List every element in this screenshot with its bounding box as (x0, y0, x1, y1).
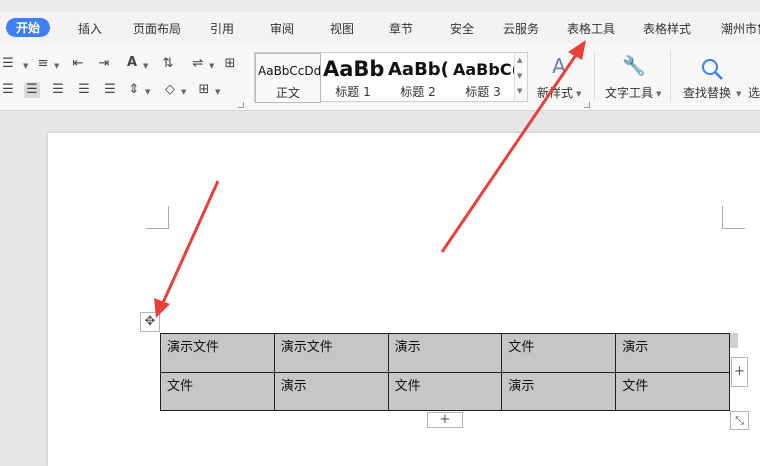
tab-page-layout[interactable]: 页面布局 (133, 20, 181, 37)
chevron-down-icon[interactable]: ▼ (736, 90, 741, 98)
add-column-button[interactable]: + (731, 357, 748, 387)
margin-corner-mark (146, 206, 169, 229)
line-spacing-icon[interactable]: ⇌ (190, 56, 206, 72)
style-heading-3[interactable]: AaBbC( 标题 3 (451, 53, 515, 101)
table-row: 文件 演示 文件 演示 文件 (160, 371, 730, 411)
chevron-down-icon[interactable]: ▼ (145, 88, 150, 96)
chevron-down-icon[interactable]: ▼ (215, 88, 220, 96)
chevron-down-icon[interactable]: ▼ (517, 72, 522, 80)
tab-chaozhou[interactable]: 潮州市鲁 (721, 20, 760, 37)
ribbon-tab-bar: 开始 插入 页面布局 引用 审阅 视图 章节 安全 云服务 表格工具 表格样式 … (0, 0, 760, 44)
numbered-list-icon[interactable]: ≡ (35, 56, 51, 72)
table-cell[interactable]: 演示文件 (160, 333, 275, 373)
tab-home[interactable]: 开始 (6, 18, 51, 37)
table-move-handle-icon[interactable]: ✥ (140, 312, 160, 332)
increase-indent-icon[interactable]: ⇥ (96, 56, 112, 72)
align-justify-icon[interactable]: ☰ (76, 82, 92, 98)
table-cell[interactable]: 演示文件 (273, 333, 389, 373)
toolbar-divider (670, 50, 671, 102)
text-direction-icon[interactable]: A (124, 55, 140, 71)
chevron-down-icon[interactable]: ▼ (209, 62, 214, 70)
style-heading-2[interactable]: AaBb( 标题 2 (386, 53, 450, 101)
distributed-align-icon[interactable]: ☰ (102, 82, 118, 98)
table-cell[interactable]: 文件 (501, 333, 617, 373)
sort-icon[interactable]: ⇅ (160, 56, 176, 72)
column-select-strip[interactable] (730, 333, 738, 348)
align-center-icon[interactable]: ☰ (24, 82, 40, 98)
chevron-down-icon[interactable]: ▼ (656, 90, 661, 98)
shading-icon[interactable]: ◇ (162, 82, 178, 98)
chevron-down-icon[interactable]: ▼ (143, 62, 148, 70)
table-cell[interactable]: 演示 (615, 333, 730, 373)
align-left-icon[interactable]: ☰ (0, 82, 16, 98)
style-heading-1[interactable]: AaBb 标题 1 (321, 53, 385, 101)
tab-chapter[interactable]: 章节 (389, 20, 413, 37)
style-gallery-scroll[interactable]: ▲ ▼ ▼ (514, 53, 527, 101)
dialog-launcher-icon[interactable] (584, 102, 590, 108)
expand-icon[interactable]: ▼ (517, 87, 522, 95)
style-gallery: AaBbCcDd 正文 AaBb 标题 1 AaBb( 标题 2 AaBbC( … (254, 52, 528, 103)
tab-references[interactable]: 引用 (210, 20, 234, 37)
wrench-icon[interactable]: 🔧 (622, 57, 646, 82)
table-cell[interactable]: 文件 (615, 371, 730, 411)
table-cell[interactable]: 文件 (160, 371, 275, 411)
tab-insert[interactable]: 插入 (78, 20, 102, 37)
table-cell[interactable]: 演示 (501, 371, 617, 411)
table-cell[interactable]: 文件 (387, 371, 503, 411)
table-cell[interactable]: 演示 (387, 333, 503, 373)
paragraph-spacing-icon[interactable]: ⇕ (126, 82, 142, 98)
chevron-up-icon[interactable]: ▲ (517, 56, 522, 64)
find-replace-label[interactable]: 查找替换 (683, 84, 731, 101)
text-tools-label[interactable]: 文字工具 (605, 84, 653, 101)
bullet-list-icon[interactable]: ☰ (0, 56, 16, 72)
style-normal[interactable]: AaBbCcDd 正文 (255, 53, 321, 103)
dialog-launcher-icon[interactable] (238, 102, 244, 108)
tab-review[interactable]: 审阅 (270, 20, 294, 37)
chevron-down-icon[interactable]: ▼ (181, 88, 186, 96)
search-icon[interactable] (700, 57, 724, 81)
tab-cloud-service[interactable]: 云服务 (503, 20, 539, 37)
table-row: 演示文件 演示文件 演示 文件 演示 (160, 333, 730, 373)
chevron-down-icon[interactable]: ▼ (576, 90, 581, 98)
document-table[interactable]: 演示文件 演示文件 演示 文件 演示 文件 演示 文件 演示 文件 (160, 333, 730, 411)
new-style-label[interactable]: 新样式 (537, 84, 573, 101)
margin-corner-mark (722, 206, 745, 229)
chevron-down-icon[interactable]: ▼ (23, 62, 28, 70)
show-marks-icon[interactable]: ⊞ (222, 56, 238, 72)
borders-icon[interactable]: ⊞ (196, 82, 212, 98)
table-resize-handle-icon[interactable]: ⤡ (730, 411, 749, 430)
tab-security[interactable]: 安全 (450, 20, 474, 37)
tab-view[interactable]: 视图 (330, 20, 354, 37)
select-label[interactable]: 选 (748, 84, 760, 101)
table-cell[interactable]: 演示 (273, 371, 389, 411)
tab-table-tools[interactable]: 表格工具 (567, 20, 615, 37)
chevron-down-icon[interactable]: ▼ (54, 62, 59, 70)
decrease-indent-icon[interactable]: ⇤ (70, 56, 86, 72)
document-page[interactable] (48, 133, 760, 466)
toolbar-divider (594, 50, 595, 102)
align-right-icon[interactable]: ☰ (50, 82, 66, 98)
add-row-button[interactable]: + (427, 412, 463, 428)
tab-table-style[interactable]: 表格样式 (643, 20, 691, 37)
new-style-icon[interactable]: A (546, 56, 572, 82)
